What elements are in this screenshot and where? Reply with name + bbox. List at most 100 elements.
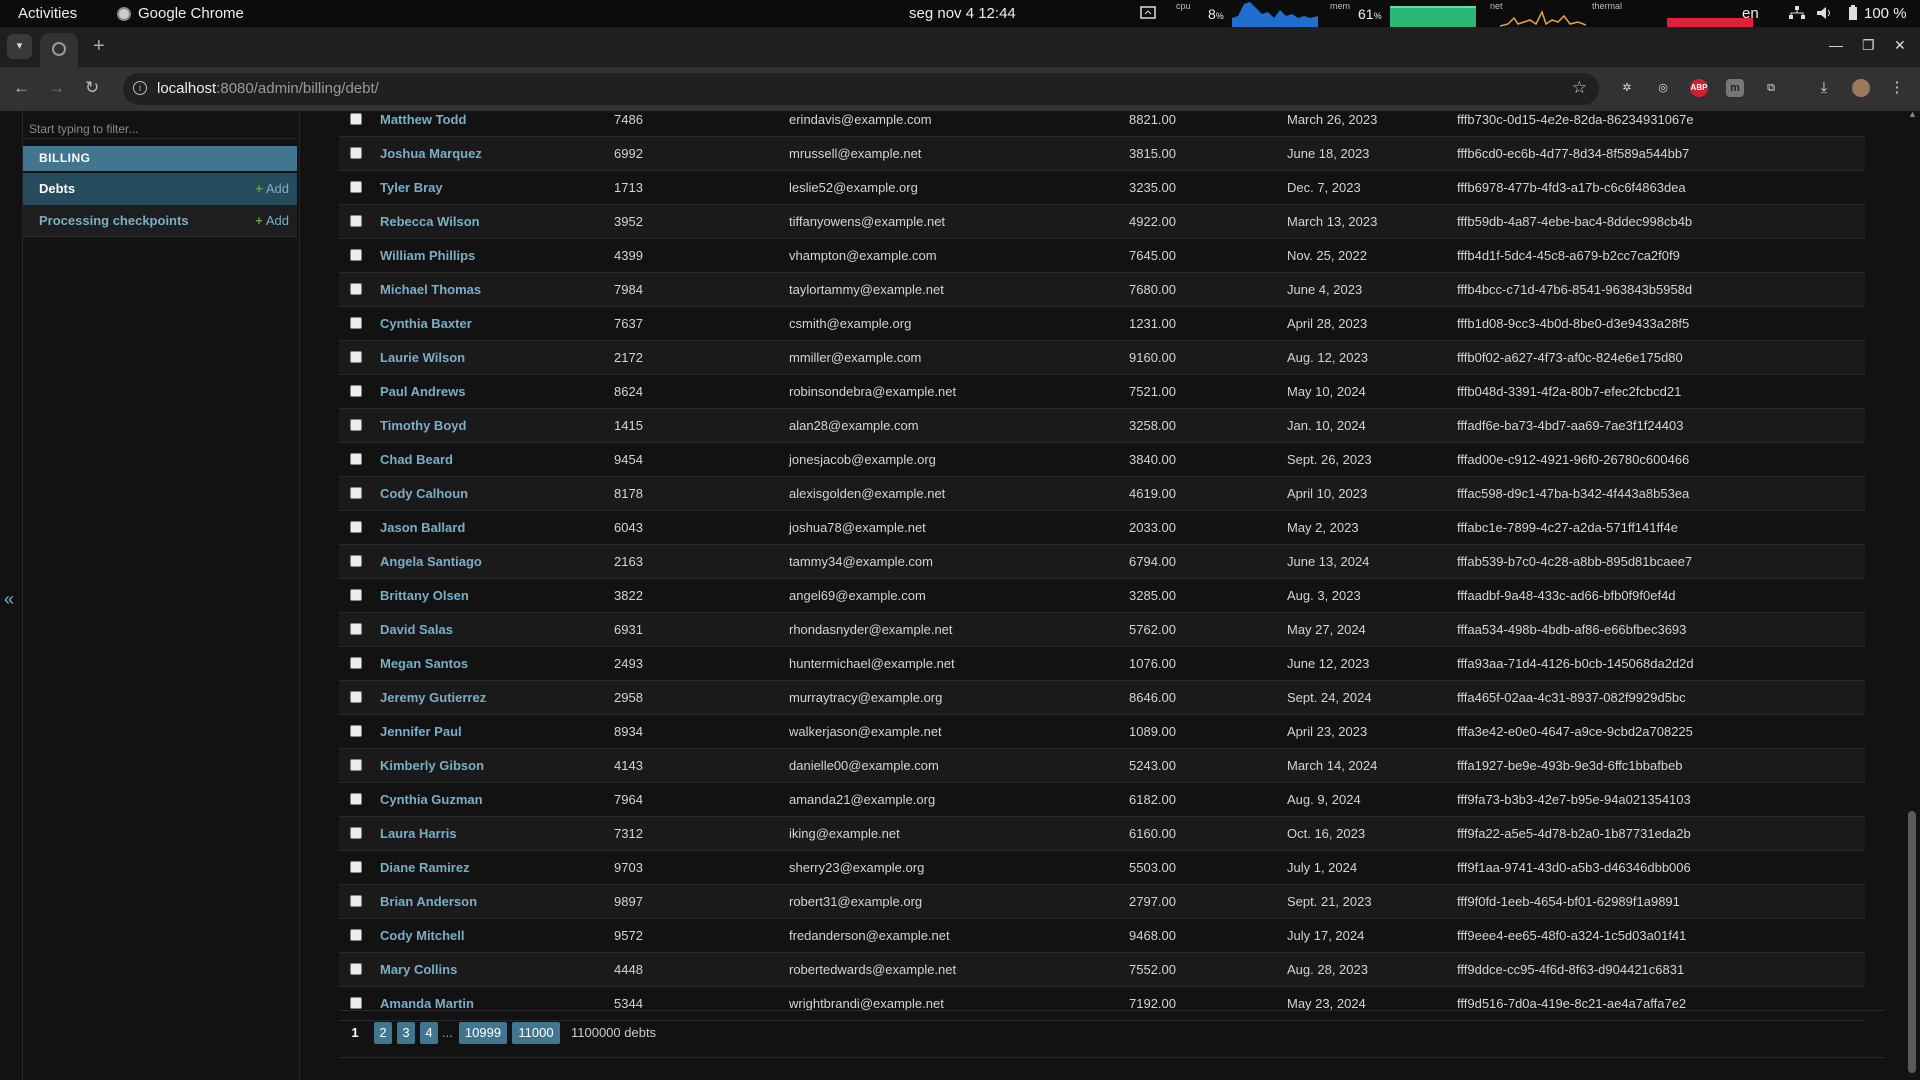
row-select-checkbox[interactable]: [350, 555, 362, 567]
app-menu[interactable]: Google Chrome: [117, 5, 244, 22]
system-monitor[interactable]: cpu 8% mem 61% net thermal: [1170, 0, 1753, 27]
row-select-checkbox[interactable]: [350, 691, 362, 703]
debt-name-link[interactable]: Jeremy Gutierrez: [380, 690, 486, 705]
debt-name-link[interactable]: Cody Calhoun: [380, 486, 468, 501]
address-bar[interactable]: i localhost:8080/admin/billing/debt/ ☆: [123, 73, 1599, 105]
profile-avatar[interactable]: [1852, 79, 1870, 97]
restore-icon[interactable]: ❐: [1862, 37, 1875, 54]
language-indicator[interactable]: en: [1742, 5, 1759, 22]
row-select-checkbox[interactable]: [350, 521, 362, 533]
forward-arrow-icon[interactable]: →: [48, 78, 65, 98]
module-caption-billing[interactable]: BILLING: [23, 146, 297, 171]
row-select-checkbox[interactable]: [350, 997, 362, 1009]
download-icon[interactable]: ⤓: [1815, 79, 1833, 97]
debt-name-link[interactable]: Jason Ballard: [380, 520, 465, 535]
debt-name-link[interactable]: Angela Santiago: [380, 554, 482, 569]
add-processing-checkpoint-link[interactable]: + Add: [255, 205, 289, 237]
debt-name-link[interactable]: Cynthia Baxter: [380, 316, 472, 331]
close-window-icon[interactable]: ✕: [1894, 37, 1906, 54]
debt-name-link[interactable]: Michael Thomas: [380, 282, 481, 297]
sidebar-link-processing-checkpoints[interactable]: Processing checkpoints: [39, 213, 189, 228]
debt-name-link[interactable]: Chad Beard: [380, 452, 453, 467]
debt-name-link[interactable]: Joshua Marquez: [380, 146, 482, 161]
battery-icon[interactable]: [1848, 5, 1858, 21]
new-tab-plus-icon[interactable]: +: [93, 35, 105, 58]
row-select-checkbox[interactable]: [350, 453, 362, 465]
debt-name-link[interactable]: Timothy Boyd: [380, 418, 466, 433]
extension-m-icon[interactable]: m: [1726, 79, 1744, 97]
row-select-checkbox[interactable]: [350, 963, 362, 975]
extension-gear-icon[interactable]: ✲: [1618, 79, 1636, 97]
debt-name-link[interactable]: Brian Anderson: [380, 894, 477, 909]
row-select-checkbox[interactable]: [350, 283, 362, 295]
battery-percent[interactable]: 100 %: [1864, 5, 1907, 22]
nav-filter-input[interactable]: [23, 119, 297, 139]
volume-icon[interactable]: [1817, 6, 1833, 20]
debt-name-link[interactable]: Cynthia Guzman: [380, 792, 483, 807]
row-select-checkbox[interactable]: [350, 657, 362, 669]
extension-glasses-icon[interactable]: ◎: [1654, 79, 1672, 97]
row-select-checkbox[interactable]: [350, 725, 362, 737]
page-link[interactable]: 2: [374, 1022, 392, 1044]
debt-name-link[interactable]: Brittany Olsen: [380, 588, 469, 603]
sidebar-link-debts[interactable]: Debts: [39, 181, 75, 196]
debt-name-link[interactable]: Kimberly Gibson: [380, 758, 484, 773]
tab-search-button[interactable]: ▾: [7, 34, 32, 59]
debt-name-link[interactable]: Matthew Todd: [380, 112, 466, 127]
debt-name-link[interactable]: David Salas: [380, 622, 453, 637]
debt-name-link[interactable]: Cody Mitchell: [380, 928, 465, 943]
row-select-checkbox[interactable]: [350, 623, 362, 635]
debt-name-link[interactable]: Jennifer Paul: [380, 724, 462, 739]
clock[interactable]: seg nov 4 12:44: [909, 5, 1016, 22]
page-scrollbar[interactable]: ▲: [1904, 111, 1920, 1080]
row-select-checkbox[interactable]: [350, 759, 362, 771]
page-link[interactable]: 3: [397, 1022, 415, 1044]
reload-icon[interactable]: ↻: [85, 78, 99, 98]
row-select-checkbox[interactable]: [350, 895, 362, 907]
row-select-checkbox[interactable]: [350, 147, 362, 159]
debt-name-link[interactable]: Amanda Martin: [380, 996, 474, 1011]
page-link[interactable]: 4: [420, 1022, 438, 1044]
sidebar-collapse-icon[interactable]: «: [4, 589, 14, 610]
row-select-checkbox[interactable]: [350, 861, 362, 873]
minimize-icon[interactable]: —: [1829, 37, 1843, 53]
row-select-checkbox[interactable]: [350, 317, 362, 329]
row-select-checkbox[interactable]: [350, 929, 362, 941]
active-tab[interactable]: [40, 33, 78, 67]
adblock-icon[interactable]: ABP: [1690, 79, 1708, 97]
scroll-up-arrow-icon[interactable]: ▲: [1908, 111, 1917, 119]
debt-name-link[interactable]: Paul Andrews: [380, 384, 465, 399]
scrollbar-thumb[interactable]: [1908, 811, 1916, 1073]
url-text[interactable]: localhost:8080/admin/billing/debt/: [157, 80, 379, 97]
row-select-checkbox[interactable]: [350, 827, 362, 839]
row-select-checkbox[interactable]: [350, 487, 362, 499]
network-icon[interactable]: [1789, 6, 1805, 20]
back-arrow-icon[interactable]: ←: [13, 78, 30, 98]
row-select-checkbox[interactable]: [350, 249, 362, 261]
kebab-menu-icon[interactable]: ⋮: [1888, 79, 1906, 97]
debt-name-link[interactable]: Laura Harris: [380, 826, 457, 841]
debt-name-link[interactable]: Rebecca Wilson: [380, 214, 480, 229]
row-select-checkbox[interactable]: [350, 181, 362, 193]
row-select-checkbox[interactable]: [350, 351, 362, 363]
debt-name-link[interactable]: Mary Collins: [380, 962, 457, 977]
debt-name-link[interactable]: Diane Ramirez: [380, 860, 470, 875]
row-select-checkbox[interactable]: [350, 385, 362, 397]
screen-share-icon[interactable]: [1140, 6, 1156, 20]
row-select-checkbox[interactable]: [350, 113, 362, 125]
debt-name-link[interactable]: William Phillips: [380, 248, 475, 263]
page-link[interactable]: 10999: [459, 1022, 507, 1044]
debt-name-link[interactable]: Megan Santos: [380, 656, 468, 671]
debt-name-link[interactable]: Tyler Bray: [380, 180, 443, 195]
activities-button[interactable]: Activities: [18, 5, 77, 22]
row-select-checkbox[interactable]: [350, 589, 362, 601]
row-select-checkbox[interactable]: [350, 215, 362, 227]
extensions-puzzle-icon[interactable]: ⧉: [1762, 79, 1780, 97]
site-info-icon[interactable]: i: [133, 81, 147, 95]
debt-name-link[interactable]: Laurie Wilson: [380, 350, 465, 365]
bookmark-star-icon[interactable]: ☆: [1572, 78, 1587, 98]
add-debt-link[interactable]: + Add: [255, 173, 289, 205]
page-link[interactable]: 11000: [512, 1022, 560, 1044]
row-select-checkbox[interactable]: [350, 419, 362, 431]
row-select-checkbox[interactable]: [350, 793, 362, 805]
